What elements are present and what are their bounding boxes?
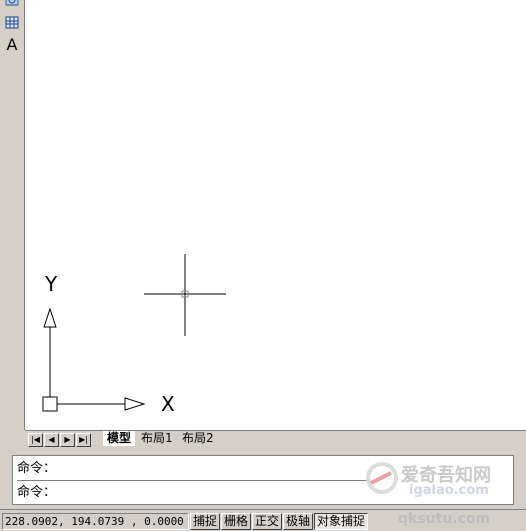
- watermark-logo: 爱奇吾知网 igalao.com: [365, 455, 525, 515]
- status-bar: 228.0902, 194.0739 , 0.0000 捕捉 栅格 正交 极轴 …: [0, 509, 526, 531]
- tab-layout2[interactable]: 布局2: [178, 431, 218, 446]
- ucs-x-label: X: [161, 392, 175, 416]
- grid-button[interactable]: 栅格: [221, 513, 251, 530]
- watermark-site2: igalao.com: [409, 483, 489, 498]
- tab-model[interactable]: 模型: [103, 431, 136, 446]
- ucs-y-label: Y: [45, 272, 58, 296]
- layout-tab-bar: |◀ ◀ ▶ ▶| 模型 布局1 布局2: [25, 430, 526, 447]
- osnap-button[interactable]: 对象捕捉: [314, 513, 368, 530]
- polar-button[interactable]: 极轴: [283, 513, 313, 530]
- left-panel: [0, 62, 25, 430]
- snap-button[interactable]: 捕捉: [190, 513, 220, 530]
- last-tab-button[interactable]: ▶|: [76, 433, 91, 447]
- globe-icon[interactable]: [3, 0, 21, 10]
- crosshair-cursor: [144, 254, 226, 336]
- table-icon[interactable]: [3, 15, 21, 31]
- draw-toolbar: A: [0, 0, 25, 62]
- prev-tab-button[interactable]: ◀: [44, 433, 59, 447]
- coordinate-readout: 228.0902, 194.0739 , 0.0000: [2, 513, 189, 530]
- text-icon[interactable]: A: [3, 36, 21, 54]
- command-line-1: 命令：: [17, 461, 57, 476]
- first-tab-button[interactable]: |◀: [28, 433, 43, 447]
- tab-layout1[interactable]: 布局1: [137, 431, 177, 446]
- drawing-canvas[interactable]: Y X: [25, 0, 526, 430]
- ortho-button[interactable]: 正交: [252, 513, 282, 530]
- command-separator: [17, 480, 367, 481]
- ucs-icon: [42, 307, 146, 412]
- command-input[interactable]: 命令：: [17, 483, 367, 503]
- watermark-site3: qksutu.com: [398, 511, 491, 527]
- next-tab-button[interactable]: ▶: [60, 433, 75, 447]
